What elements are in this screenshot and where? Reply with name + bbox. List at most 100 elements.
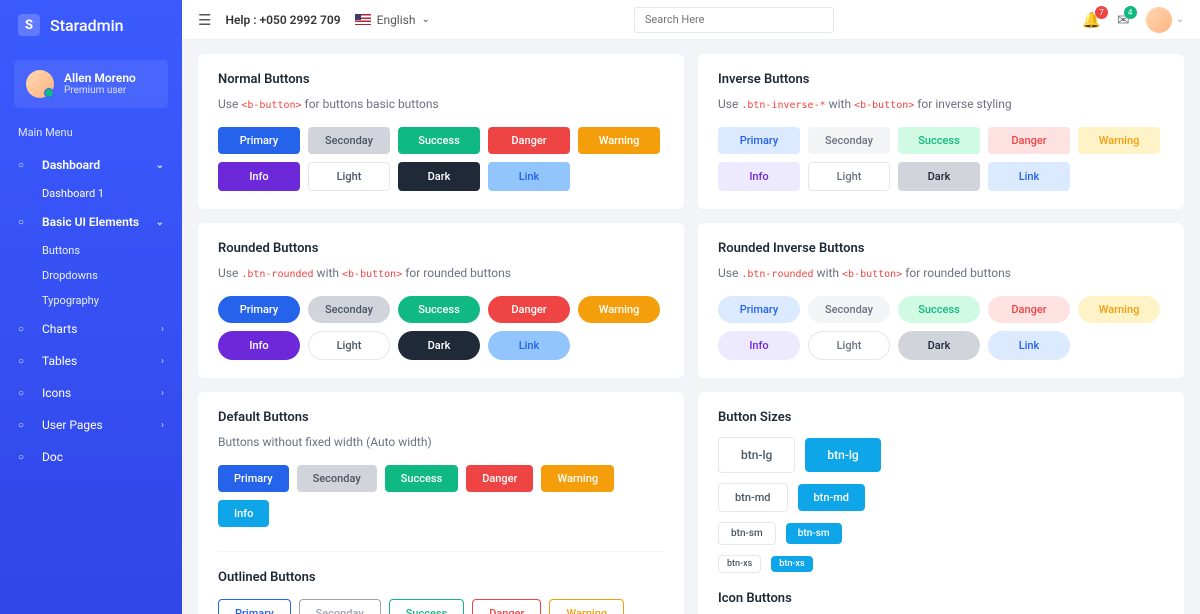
card-title: Inverse Buttons xyxy=(718,72,1164,87)
chevron-right-icon: › xyxy=(161,356,164,367)
card-sizes-icons: Button Sizes btn-lg btn-lg btn-md btn-md… xyxy=(698,392,1184,614)
dark-button[interactable]: Dark xyxy=(398,162,480,191)
chevron-down-icon: ⌄ xyxy=(421,14,429,25)
card-title: Normal Buttons xyxy=(218,72,664,87)
circle-icon: ○ xyxy=(18,217,32,228)
brand-initial: S xyxy=(18,14,40,36)
nav-charts[interactable]: ○ Charts › xyxy=(0,313,182,345)
card-title: Default Buttons xyxy=(218,410,664,425)
btn-md-blue[interactable]: btn-md xyxy=(798,484,866,511)
danger-button[interactable]: Danger xyxy=(466,465,533,492)
info-button[interactable]: Info xyxy=(218,162,300,191)
danger-button[interactable]: Danger xyxy=(488,127,570,154)
avatar xyxy=(1146,7,1172,33)
language-selector[interactable]: English ⌄ xyxy=(355,13,430,27)
btn-lg-white[interactable]: btn-lg xyxy=(718,437,795,473)
card-rounded-inverse-buttons: Rounded Inverse Buttons Use .btn-rounded… xyxy=(698,223,1184,378)
info-button[interactable]: Info xyxy=(218,331,300,360)
btn-xs-blue[interactable]: btn-xs xyxy=(771,556,812,572)
nav-dashboard-1[interactable]: Dashboard 1 xyxy=(0,181,182,206)
outline-success-button[interactable]: Success xyxy=(389,599,464,614)
brand-logo[interactable]: S Staradmin xyxy=(0,0,182,50)
inv-warning-button[interactable]: Warning xyxy=(1078,127,1160,154)
btn-sm-blue[interactable]: btn-sm xyxy=(786,523,842,544)
inv-primary-button[interactable]: Primary xyxy=(718,127,800,154)
btn-md-white[interactable]: btn-md xyxy=(718,483,788,512)
inv-light-button[interactable]: Light xyxy=(808,331,890,360)
secondary-button[interactable]: Seconday xyxy=(308,296,390,323)
card-normal-buttons: Normal Buttons Use <b-button> for button… xyxy=(198,54,684,209)
primary-button[interactable]: Primary xyxy=(218,296,300,323)
light-button[interactable]: Light xyxy=(308,331,390,360)
inv-info-button[interactable]: Info xyxy=(718,162,800,191)
dark-button[interactable]: Dark xyxy=(398,331,480,360)
user-card[interactable]: Allen Moreno Premium user xyxy=(14,60,168,108)
content: Normal Buttons Use <b-button> for button… xyxy=(182,40,1200,614)
nav-icons[interactable]: ○ Icons › xyxy=(0,377,182,409)
info-button[interactable]: Info xyxy=(218,500,269,527)
outline-danger-button[interactable]: Danger xyxy=(472,599,541,614)
profile-dropdown[interactable]: ⌄ xyxy=(1146,7,1184,33)
nav-tables[interactable]: ○ Tables › xyxy=(0,345,182,377)
inv-danger-button[interactable]: Danger xyxy=(988,296,1070,323)
primary-button[interactable]: Primary xyxy=(218,127,300,154)
inv-link-button[interactable]: Link xyxy=(988,331,1070,360)
warning-button[interactable]: Warning xyxy=(578,127,660,154)
chevron-right-icon: › xyxy=(161,324,164,335)
link-button[interactable]: Link xyxy=(488,162,570,191)
light-button[interactable]: Light xyxy=(308,162,390,191)
success-button[interactable]: Success xyxy=(385,465,458,492)
danger-button[interactable]: Danger xyxy=(488,296,570,323)
nav-doc[interactable]: ○ Doc xyxy=(0,441,182,473)
success-button[interactable]: Success xyxy=(398,296,480,323)
inv-dark-button[interactable]: Dark xyxy=(898,162,980,191)
outline-secondary-button[interactable]: Seconday xyxy=(299,599,381,614)
messages-icon[interactable]: ✉4 xyxy=(1117,11,1130,29)
inv-dark-button[interactable]: Dark xyxy=(898,331,980,360)
card-title: Rounded Buttons xyxy=(218,241,664,256)
inv-success-button[interactable]: Success xyxy=(898,296,980,323)
nav-sub-buttons[interactable]: Buttons xyxy=(0,238,182,263)
notifications-icon[interactable]: 🔔7 xyxy=(1082,11,1101,29)
nav-user-pages[interactable]: ○ User Pages › xyxy=(0,409,182,441)
nav-sub-typography[interactable]: Typography xyxy=(0,288,182,313)
warning-button[interactable]: Warning xyxy=(541,465,614,492)
circle-icon: ○ xyxy=(18,160,32,171)
inv-primary-button[interactable]: Primary xyxy=(718,296,800,323)
card-default-outlined: Default Buttons Buttons without fixed wi… xyxy=(198,392,684,614)
outline-primary-button[interactable]: Primary xyxy=(218,599,291,614)
inv-info-button[interactable]: Info xyxy=(718,331,800,360)
circle-icon: ○ xyxy=(18,452,32,463)
flag-icon xyxy=(355,14,371,25)
warning-button[interactable]: Warning xyxy=(578,296,660,323)
btn-sm-white[interactable]: btn-sm xyxy=(718,522,776,545)
secondary-button[interactable]: Seconday xyxy=(297,465,377,492)
card-title: Icon Buttons xyxy=(718,591,1164,606)
nav-basic-ui[interactable]: ○ Basic UI Elements ⌄ xyxy=(0,206,182,238)
menu-toggle-icon[interactable]: ☰ xyxy=(198,11,211,29)
inv-success-button[interactable]: Success xyxy=(898,127,980,154)
inv-secondary-button[interactable]: Seconday xyxy=(808,127,890,154)
search-input[interactable] xyxy=(634,7,834,33)
card-title: Rounded Inverse Buttons xyxy=(718,241,1164,256)
inv-secondary-button[interactable]: Seconday xyxy=(808,296,890,323)
primary-button[interactable]: Primary xyxy=(218,465,289,492)
help-text: Help : +050 2992 709 xyxy=(225,13,340,27)
btn-xs-white[interactable]: btn-xs xyxy=(718,555,761,573)
inv-link-button[interactable]: Link xyxy=(988,162,1070,191)
inv-danger-button[interactable]: Danger xyxy=(988,127,1070,154)
card-title: Outlined Buttons xyxy=(218,570,664,585)
nav-sub-dropdowns[interactable]: Dropdowns xyxy=(0,263,182,288)
secondary-button[interactable]: Seconday xyxy=(308,127,390,154)
msg-badge: 4 xyxy=(1124,6,1137,19)
btn-lg-blue[interactable]: btn-lg xyxy=(805,438,880,472)
inv-light-button[interactable]: Light xyxy=(808,162,890,191)
nav-dashboard[interactable]: ○ Dashboard ⌄ xyxy=(0,149,182,181)
outline-warning-button[interactable]: Warning xyxy=(549,599,624,614)
circle-icon: ○ xyxy=(18,324,32,335)
success-button[interactable]: Success xyxy=(398,127,480,154)
link-button[interactable]: Link xyxy=(488,331,570,360)
topbar: ☰ Help : +050 2992 709 English ⌄ 🔔7 ✉4 ⌄ xyxy=(182,0,1200,40)
inv-warning-button[interactable]: Warning xyxy=(1078,296,1160,323)
chevron-right-icon: › xyxy=(161,388,164,399)
